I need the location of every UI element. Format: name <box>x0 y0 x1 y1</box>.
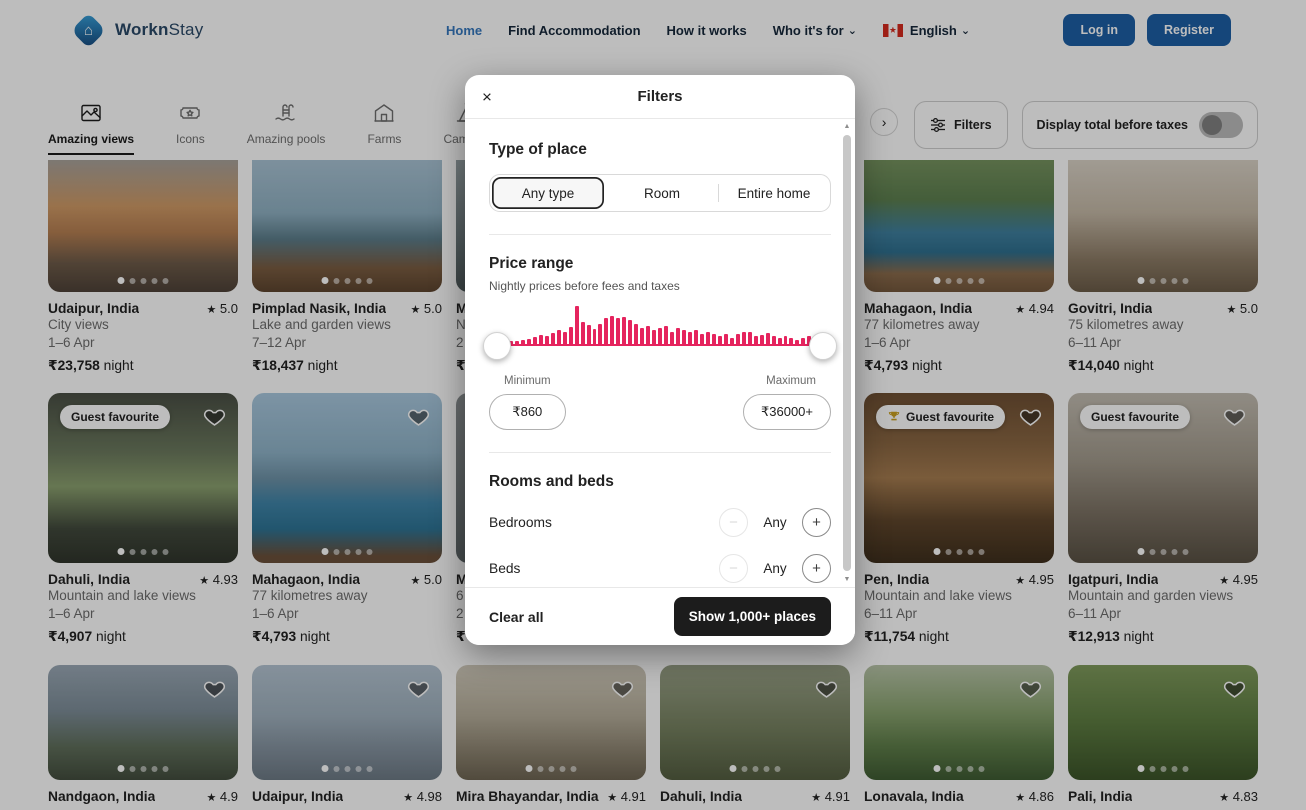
modal-scrollbar[interactable]: ▲ ▼ <box>842 123 852 583</box>
max-price-col: Maximum ₹36000+ <box>743 375 831 430</box>
stepper-label: Beds <box>489 561 520 576</box>
modal-body: Type of place Any typeRoomEntire home Pr… <box>465 119 855 587</box>
histogram-bar <box>646 326 650 344</box>
stepper-label: Bedrooms <box>489 515 552 530</box>
histogram-bar <box>610 316 614 344</box>
type-of-place-segmented: Any typeRoomEntire home <box>489 174 831 212</box>
type-option-room[interactable]: Room <box>606 175 718 211</box>
scrollbar-thumb[interactable] <box>843 135 851 571</box>
maximum-label: Maximum <box>766 375 816 387</box>
min-price-col: Minimum ₹860 <box>489 375 566 430</box>
show-places-button[interactable]: Show 1,000+ places <box>674 597 831 636</box>
histogram-bar <box>742 332 746 344</box>
decrement-button[interactable]: − <box>719 508 748 537</box>
price-histogram <box>497 307 823 359</box>
price-range-section: Price range Nightly prices before fees a… <box>489 255 831 430</box>
decrement-button[interactable]: − <box>719 554 748 583</box>
histogram-bar <box>766 333 770 344</box>
histogram-bar <box>593 329 597 344</box>
histogram-bar <box>545 336 549 344</box>
type-option-entire-home[interactable]: Entire home <box>718 175 830 211</box>
minimum-label: Minimum <box>504 375 551 387</box>
histogram-bar <box>521 340 525 344</box>
rooms-and-beds-heading: Rooms and beds <box>489 473 831 491</box>
histogram-bar <box>539 335 543 344</box>
type-of-place-heading: Type of place <box>489 141 831 159</box>
histogram-bar <box>772 336 776 344</box>
histogram-bar <box>688 332 692 344</box>
histogram-bars <box>497 308 823 346</box>
histogram-bar <box>587 325 591 344</box>
histogram-bar <box>754 336 758 344</box>
price-range-heading: Price range <box>489 255 831 273</box>
price-range-subtitle: Nightly prices before fees and taxes <box>489 279 831 293</box>
histogram-bar <box>664 326 668 344</box>
stepper: −Any + <box>719 554 831 583</box>
stepper-rows: Bedrooms−Any+Beds−Any+Bathrooms−Any+ <box>489 508 831 587</box>
histogram-bar <box>778 338 782 344</box>
stepper-value: Any <box>760 515 790 530</box>
histogram-bar <box>789 338 793 344</box>
increment-button[interactable]: + <box>802 554 831 583</box>
histogram-bar <box>640 328 644 344</box>
histogram-bar <box>622 317 626 344</box>
price-minmax-row: Minimum ₹860 Maximum ₹36000+ <box>489 375 831 430</box>
histogram-bar <box>730 338 734 344</box>
histogram-bar <box>706 332 710 344</box>
histogram-bar <box>676 328 680 344</box>
histogram-bar <box>784 336 788 344</box>
scroll-up-icon[interactable]: ▲ <box>842 123 852 130</box>
histogram-bar <box>736 334 740 344</box>
histogram-bar <box>682 330 686 344</box>
price-slider-handle-max[interactable] <box>809 332 837 360</box>
histogram-bar <box>694 330 698 344</box>
histogram-bar <box>670 332 674 344</box>
price-slider-handle-min[interactable] <box>483 332 511 360</box>
divider <box>489 234 831 235</box>
histogram-bar <box>658 328 662 344</box>
histogram-bar <box>527 339 531 344</box>
stepper-value: Any <box>760 561 790 576</box>
modal-title: Filters <box>637 88 682 105</box>
histogram-bar <box>569 327 573 344</box>
histogram-bar <box>724 334 728 344</box>
type-option-any-type[interactable]: Any type <box>492 177 604 209</box>
stepper-row-bedrooms: Bedrooms −Any + <box>489 508 831 537</box>
increment-button[interactable]: + <box>802 508 831 537</box>
close-icon[interactable]: × <box>482 88 492 105</box>
scroll-down-icon[interactable]: ▼ <box>842 576 852 583</box>
histogram-bar <box>795 340 799 344</box>
histogram-bar <box>563 332 567 344</box>
divider <box>489 452 831 453</box>
histogram-bar <box>700 334 704 344</box>
type-of-place-section: Type of place Any typeRoomEntire home <box>489 141 831 212</box>
stepper-row-beds: Beds −Any + <box>489 554 831 583</box>
histogram-bar <box>533 337 537 344</box>
modal-header: × Filters <box>465 75 855 119</box>
modal-footer: Clear all Show 1,000+ places <box>465 587 855 645</box>
rooms-and-beds-section: Rooms and beds Bedrooms−Any+Beds−Any+Bat… <box>489 473 831 587</box>
histogram-bar <box>551 333 555 344</box>
max-price-input[interactable]: ₹36000+ <box>743 394 831 430</box>
histogram-bar <box>515 341 519 344</box>
filters-modal: × Filters Type of place Any typeRoomEnti… <box>465 75 855 645</box>
min-price-input[interactable]: ₹860 <box>489 394 566 430</box>
histogram-bar <box>652 330 656 344</box>
histogram-bar <box>748 332 752 344</box>
histogram-bar <box>634 324 638 344</box>
histogram-bar <box>557 330 561 344</box>
stepper: −Any + <box>719 508 831 537</box>
histogram-bar <box>628 320 632 344</box>
histogram-bar <box>604 318 608 344</box>
histogram-bar <box>760 335 764 344</box>
histogram-bar <box>575 306 579 344</box>
histogram-bar <box>598 324 602 344</box>
histogram-bar <box>616 318 620 344</box>
histogram-bar <box>581 322 585 344</box>
histogram-bar <box>712 334 716 344</box>
histogram-bar <box>801 338 805 344</box>
clear-all-button[interactable]: Clear all <box>489 609 543 625</box>
histogram-bar <box>718 336 722 344</box>
